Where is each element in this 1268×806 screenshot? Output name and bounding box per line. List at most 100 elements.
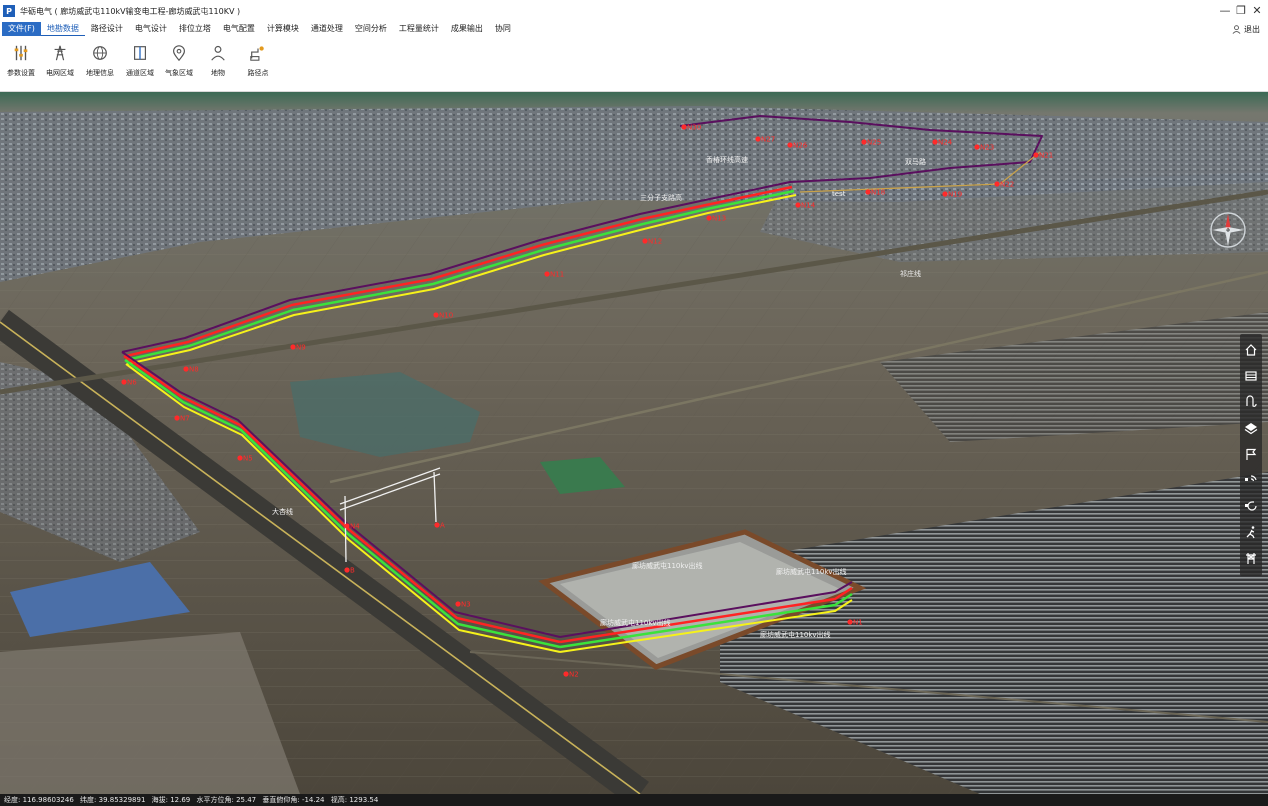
route-point-marker[interactable] bbox=[642, 238, 648, 244]
route-point-marker[interactable] bbox=[455, 601, 461, 607]
route-point-marker[interactable] bbox=[434, 522, 440, 528]
status-pitch: 垂直俯仰角: -14.24 bbox=[262, 796, 325, 804]
tower-tool-button[interactable] bbox=[1240, 546, 1262, 570]
route-point-marker[interactable] bbox=[861, 139, 867, 145]
route-point-marker[interactable] bbox=[932, 139, 938, 145]
route-point-marker[interactable] bbox=[344, 523, 350, 529]
route-point-icon bbox=[250, 46, 264, 61]
user-area[interactable]: 退出 bbox=[1232, 22, 1260, 36]
menu-item[interactable]: 地勘数据 bbox=[40, 22, 85, 36]
status-bar: 经度: 116.98603246 纬度: 39.85329891 海拔: 12.… bbox=[0, 794, 1268, 806]
route-point-marker[interactable] bbox=[942, 191, 948, 197]
route-point-label: N26 bbox=[793, 142, 808, 150]
map-label-qizhuang-line: 祁庄线 bbox=[900, 269, 921, 278]
user-icon bbox=[1232, 24, 1241, 34]
flag-button[interactable] bbox=[1240, 442, 1262, 466]
route-point-marker[interactable] bbox=[183, 366, 189, 372]
route-point-label: N24 bbox=[938, 139, 953, 147]
ribbon-button-settings[interactable]: 参数设置 bbox=[1, 44, 41, 88]
ribbon-button-grid-area[interactable]: 电网区域 bbox=[40, 44, 80, 88]
rotate-icon bbox=[1245, 501, 1257, 511]
route-point-marker[interactable] bbox=[994, 181, 1000, 187]
ribbon-label: 路径点 bbox=[247, 69, 269, 77]
compass-icon[interactable] bbox=[1208, 210, 1248, 250]
menu-item[interactable]: 电气配置 bbox=[217, 22, 261, 36]
route-point-marker[interactable] bbox=[865, 189, 871, 195]
route-point-marker[interactable] bbox=[237, 455, 243, 461]
route-point-marker[interactable] bbox=[563, 671, 569, 677]
menu-item[interactable]: 排位立塔 bbox=[173, 22, 217, 36]
tower-icon bbox=[54, 45, 66, 61]
route-point-marker[interactable] bbox=[1033, 152, 1039, 158]
route-point-marker[interactable] bbox=[290, 344, 296, 350]
route-point-label: N2 bbox=[569, 671, 579, 679]
map-label-outline-4: 廊坊威武屯110kv出线 bbox=[760, 630, 831, 639]
route-point-label: N12 bbox=[648, 238, 662, 246]
minimize-button[interactable]: — bbox=[1217, 2, 1233, 18]
ribbon-label: 地理信息 bbox=[86, 69, 114, 77]
status-longitude: 经度: 116.98603246 bbox=[4, 796, 74, 804]
route-point-marker[interactable] bbox=[544, 271, 550, 277]
status-view-height: 视高: 1293.54 bbox=[330, 796, 379, 804]
ruler-icon bbox=[1245, 371, 1257, 381]
route-point-marker[interactable] bbox=[755, 136, 761, 142]
route-point-marker[interactable] bbox=[174, 415, 180, 421]
menu-item[interactable]: 工程量统计 bbox=[393, 22, 445, 36]
home-button[interactable] bbox=[1240, 338, 1262, 362]
route-point-marker[interactable] bbox=[681, 124, 687, 130]
route-point-label: N23 bbox=[980, 144, 994, 152]
route-point-label: N9 bbox=[296, 344, 306, 352]
menu-item[interactable]: 成果输出 bbox=[445, 22, 489, 36]
menu-item[interactable]: 空间分析 bbox=[349, 22, 393, 36]
menu-item[interactable]: 通道处理 bbox=[305, 22, 349, 36]
route-point-marker[interactable] bbox=[974, 144, 980, 150]
route-point-label: N18 bbox=[871, 189, 885, 197]
route-point-label: A bbox=[440, 522, 445, 530]
ribbon-button-geo-info[interactable]: 地理信息 bbox=[80, 44, 120, 88]
sliders-icon bbox=[14, 45, 28, 61]
route-point-marker[interactable] bbox=[787, 142, 793, 148]
window-title: 华砺电气 ( 廊坊威武屯110kV输变电工程-廊坊威武屯110KV ) bbox=[20, 6, 241, 16]
app-window: P 华砺电气 ( 廊坊威武屯110kV输变电工程-廊坊威武屯110KV ) — … bbox=[0, 0, 1268, 806]
route-point-marker[interactable] bbox=[795, 202, 801, 208]
ribbon-button-weather-area[interactable]: 气象区域 bbox=[159, 44, 199, 88]
route-point-label: N3 bbox=[461, 601, 471, 609]
ruler-button[interactable] bbox=[1240, 364, 1262, 388]
layers-icon bbox=[1244, 423, 1258, 435]
signal-button[interactable] bbox=[1240, 468, 1262, 492]
menu-item[interactable]: 电气设计 bbox=[129, 22, 173, 36]
route-point-label: N14 bbox=[801, 202, 816, 210]
layers-button[interactable] bbox=[1240, 416, 1262, 440]
ribbon-button-features[interactable]: 地物 bbox=[198, 44, 238, 88]
flag-icon bbox=[1246, 448, 1257, 460]
logout-label[interactable]: 退出 bbox=[1244, 24, 1260, 35]
maximize-button[interactable]: ❐ bbox=[1233, 2, 1249, 18]
map-label-outline-3: 廊坊威武屯110kv出线 bbox=[600, 618, 671, 627]
route-point-marker[interactable] bbox=[433, 312, 439, 318]
walk-button[interactable] bbox=[1240, 520, 1262, 544]
menu-item[interactable]: 计算模块 bbox=[261, 22, 305, 36]
route-point-marker[interactable] bbox=[121, 379, 127, 385]
globe-icon bbox=[93, 46, 107, 60]
route-point-marker[interactable] bbox=[847, 619, 853, 625]
wifi-icon bbox=[1245, 475, 1257, 482]
route-point-marker[interactable] bbox=[706, 215, 712, 221]
map-label-outline-2: 廊坊威武屯110kv出线 bbox=[776, 567, 847, 576]
route-point-marker[interactable] bbox=[344, 567, 350, 573]
route-point-label: N27 bbox=[761, 136, 775, 144]
ribbon-button-route-point[interactable]: 路径点 bbox=[238, 44, 278, 88]
ribbon-label: 电网区域 bbox=[46, 69, 74, 77]
ribbon-toolbar: 参数设置 电网区域 地理信息 通道区域 气象区域 地物 路径点 bbox=[0, 36, 1268, 92]
ribbon-button-channel-area[interactable]: 通道区域 bbox=[120, 44, 160, 88]
menu-item[interactable]: 路径设计 bbox=[85, 22, 129, 36]
measure-button[interactable] bbox=[1240, 390, 1262, 414]
title-bar: P 华砺电气 ( 廊坊威武屯110kV输变电工程-廊坊威武屯110KV ) — … bbox=[0, 0, 1268, 22]
menu-item[interactable]: 协同 bbox=[489, 22, 517, 36]
close-button[interactable]: ✕ bbox=[1249, 2, 1265, 18]
ribbon-label: 通道区域 bbox=[126, 69, 154, 77]
route-point-label: N7 bbox=[180, 415, 190, 423]
rotate-button[interactable] bbox=[1240, 494, 1262, 518]
menu-file[interactable]: 文件(F) bbox=[2, 22, 41, 36]
route-point-label: N8 bbox=[189, 366, 199, 374]
map-3d-viewport[interactable]: 香椿环线高速 双马路 三分子支路高 test 祁庄线 大杏线 廊坊威武屯110k… bbox=[0, 92, 1268, 794]
